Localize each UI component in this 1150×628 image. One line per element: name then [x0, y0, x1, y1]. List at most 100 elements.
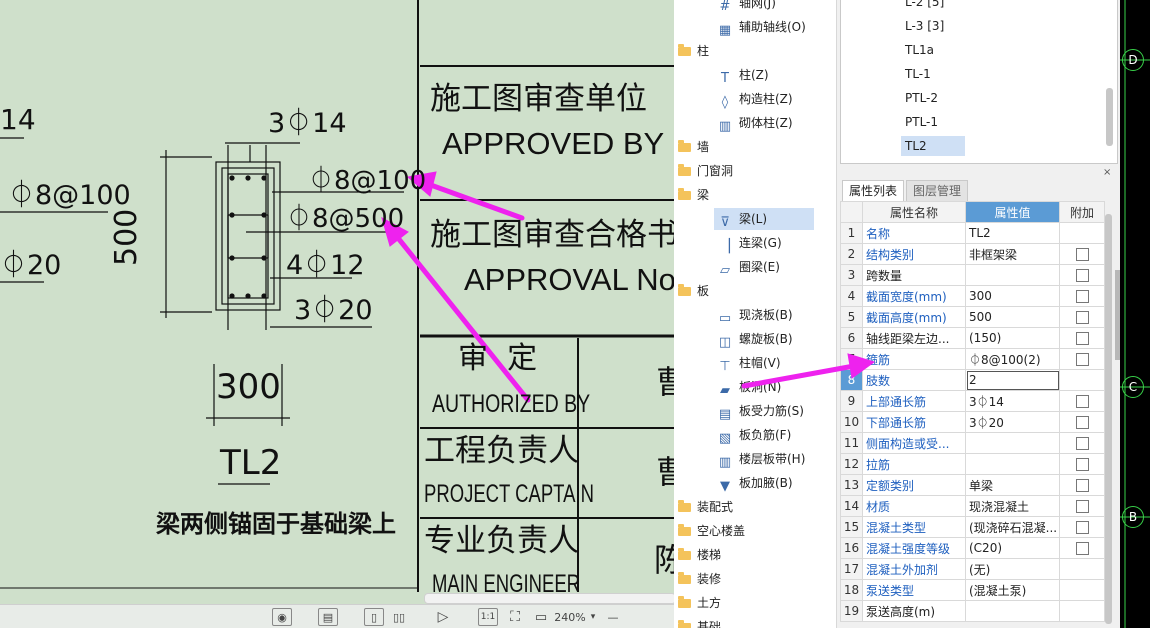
property-row[interactable]: 19 泵送高度(m) [840, 600, 1105, 622]
property-row[interactable]: 5 截面高度(mm) 500 [840, 306, 1105, 328]
tree-item-26[interactable]: 基础 [678, 616, 721, 628]
extra-checkbox[interactable] [1075, 500, 1089, 513]
zoom-level[interactable]: 240% [552, 608, 588, 626]
property-value[interactable]: (150) [965, 327, 1060, 349]
property-scrollbar[interactable] [1105, 214, 1112, 624]
extra-checkbox[interactable] [1075, 395, 1089, 408]
property-value[interactable]: 3⏀14 [965, 390, 1060, 412]
property-value[interactable] [965, 264, 1060, 286]
zoom-dropdown-icon[interactable]: ▾ [588, 608, 598, 626]
extra-checkbox[interactable] [1075, 248, 1089, 261]
property-row[interactable]: 11 侧面构造或受... [840, 432, 1105, 454]
property-row[interactable]: 18 泵送类型 (混凝土泵) [840, 579, 1105, 601]
extra-checkbox[interactable] [1075, 542, 1089, 555]
tree-item-0[interactable]: # 轴网(J) [718, 0, 776, 14]
horizontal-scrollbar[interactable] [424, 593, 674, 604]
component-item[interactable]: PTL-2 [901, 88, 942, 108]
tree-item-25[interactable]: 土方 [678, 592, 721, 614]
property-value[interactable]: 单梁 [965, 474, 1060, 496]
property-value[interactable]: 500 [965, 306, 1060, 328]
cad-model-strip[interactable]: D C B [1120, 0, 1150, 628]
tree-item-6[interactable]: 墙 [678, 136, 709, 158]
extra-checkbox[interactable] [1075, 458, 1089, 471]
property-value[interactable]: (无) [965, 558, 1060, 580]
tree-item-2[interactable]: 柱 [678, 40, 709, 62]
extra-checkbox[interactable] [1075, 416, 1089, 429]
property-row[interactable]: 4 截面宽度(mm) 300 [840, 285, 1105, 307]
property-row[interactable]: 14 材质 现浇混凝土 [840, 495, 1105, 517]
component-item[interactable]: PTL-1 [901, 112, 942, 132]
tree-item-21[interactable]: 装配式 [678, 496, 733, 518]
tree-item-1[interactable]: ▦ 辅助轴线(O) [718, 16, 806, 38]
tree-item-9[interactable]: ⊽ 梁(L) [714, 208, 814, 230]
property-value[interactable] [965, 453, 1060, 475]
extra-checkbox[interactable] [1075, 353, 1089, 366]
layout-icon[interactable]: ▤ [318, 608, 338, 626]
property-value[interactable] [965, 600, 1060, 622]
tab-property-list[interactable]: 属性列表 [842, 180, 905, 201]
property-row[interactable]: 10 下部通长筋 3⏀20 [840, 411, 1105, 433]
tree-item-17[interactable]: ▤ 板受力筋(S) [718, 400, 804, 422]
tree-item-18[interactable]: ▧ 板负筋(F) [718, 424, 791, 446]
component-item[interactable]: TL2 [901, 136, 965, 156]
tree-item-13[interactable]: ▭ 现浇板(B) [718, 304, 793, 326]
property-value[interactable]: (混凝土泵) [965, 579, 1060, 601]
play-icon[interactable]: ▷ [434, 608, 452, 626]
fit-page-icon[interactable]: ⛶ [506, 608, 524, 626]
property-value[interactable]: 3⏀20 [965, 411, 1060, 433]
close-icon[interactable]: × [1103, 167, 1111, 178]
component-item[interactable]: TL-1 [901, 64, 935, 84]
property-row[interactable]: 13 定额类别 单梁 [840, 474, 1105, 496]
extra-checkbox[interactable] [1075, 521, 1089, 534]
tree-item-23[interactable]: 楼梯 [678, 544, 721, 566]
actual-size-button[interactable]: 1:1 [478, 608, 498, 626]
row-number: 2 [840, 243, 863, 265]
folder-icon [678, 284, 691, 296]
eye-icon[interactable]: ◉ [272, 608, 292, 626]
component-item[interactable]: TL1a [901, 40, 938, 60]
fit-width-icon[interactable]: ▭ [532, 608, 550, 626]
tree-item-24[interactable]: 装修 [678, 568, 721, 590]
property-row[interactable]: 3 跨数量 [840, 264, 1105, 286]
property-row[interactable]: 2 结构类别 非框架梁 [840, 243, 1105, 265]
extra-checkbox[interactable] [1075, 479, 1089, 492]
property-value[interactable]: 2 [965, 369, 1060, 391]
property-value[interactable] [965, 432, 1060, 454]
component-list-scrollbar[interactable] [1106, 88, 1113, 146]
single-page-icon[interactable]: ▯ [364, 608, 384, 626]
property-row[interactable]: 12 拉筋 [840, 453, 1105, 475]
tree-item-3[interactable]: T 柱(Z) [718, 64, 769, 86]
property-value[interactable]: 现浇混凝土 [965, 495, 1060, 517]
extra-checkbox[interactable] [1075, 290, 1089, 303]
tree-item-20[interactable]: ▼ 板加腋(B) [718, 472, 793, 494]
property-value[interactable]: ⏀8@100(2) [965, 348, 1060, 370]
tree-item-5[interactable]: ▥ 砌体柱(Z) [718, 112, 793, 134]
property-value[interactable]: 非框架梁 [965, 243, 1060, 265]
property-value[interactable]: TL2 [965, 222, 1060, 244]
extra-checkbox[interactable] [1075, 437, 1089, 450]
property-row[interactable]: 17 混凝土外加剂 (无) [840, 558, 1105, 580]
zoom-out-button[interactable]: — [606, 608, 620, 626]
property-row[interactable]: 1 名称 TL2 [840, 222, 1105, 244]
tab-layer-management[interactable]: 图层管理 [906, 180, 969, 201]
tree-item-7[interactable]: 门窗洞 [678, 160, 733, 182]
tree-item-22[interactable]: 空心楼盖 [678, 520, 745, 542]
component-item[interactable]: L-2 [5] [901, 0, 948, 12]
tree-item-19[interactable]: ▥ 楼层板带(H) [718, 448, 806, 470]
tree-item-4[interactable]: ◊ 构造柱(Z) [718, 88, 793, 110]
tree-item-12[interactable]: 板 [678, 280, 709, 302]
drawing-viewer[interactable]: 14 ⏀8@100 ⏀20 3⏀14 ⏀8@100 ⏀8@500 4⏀12 3⏀… [0, 0, 674, 628]
property-row[interactable]: 16 混凝土强度等级 (C20) [840, 537, 1105, 559]
extra-checkbox[interactable] [1075, 332, 1089, 345]
extra-checkbox[interactable] [1075, 311, 1089, 324]
component-item[interactable]: L-3 [3] [901, 16, 948, 36]
property-value[interactable]: 300 [965, 285, 1060, 307]
extra-checkbox[interactable] [1075, 269, 1089, 282]
tree-item-8[interactable]: 梁 [678, 184, 709, 206]
tree-item-10[interactable]: ▕ 连梁(G) [718, 232, 782, 254]
tree-item-11[interactable]: ▱ 圈梁(E) [718, 256, 780, 278]
double-page-icon[interactable]: ▯▯ [390, 608, 408, 626]
property-row[interactable]: 15 混凝土类型 (现浇碎石混凝... [840, 516, 1105, 538]
property-value[interactable]: (现浇碎石混凝... [965, 516, 1060, 538]
property-value[interactable]: (C20) [965, 537, 1060, 559]
